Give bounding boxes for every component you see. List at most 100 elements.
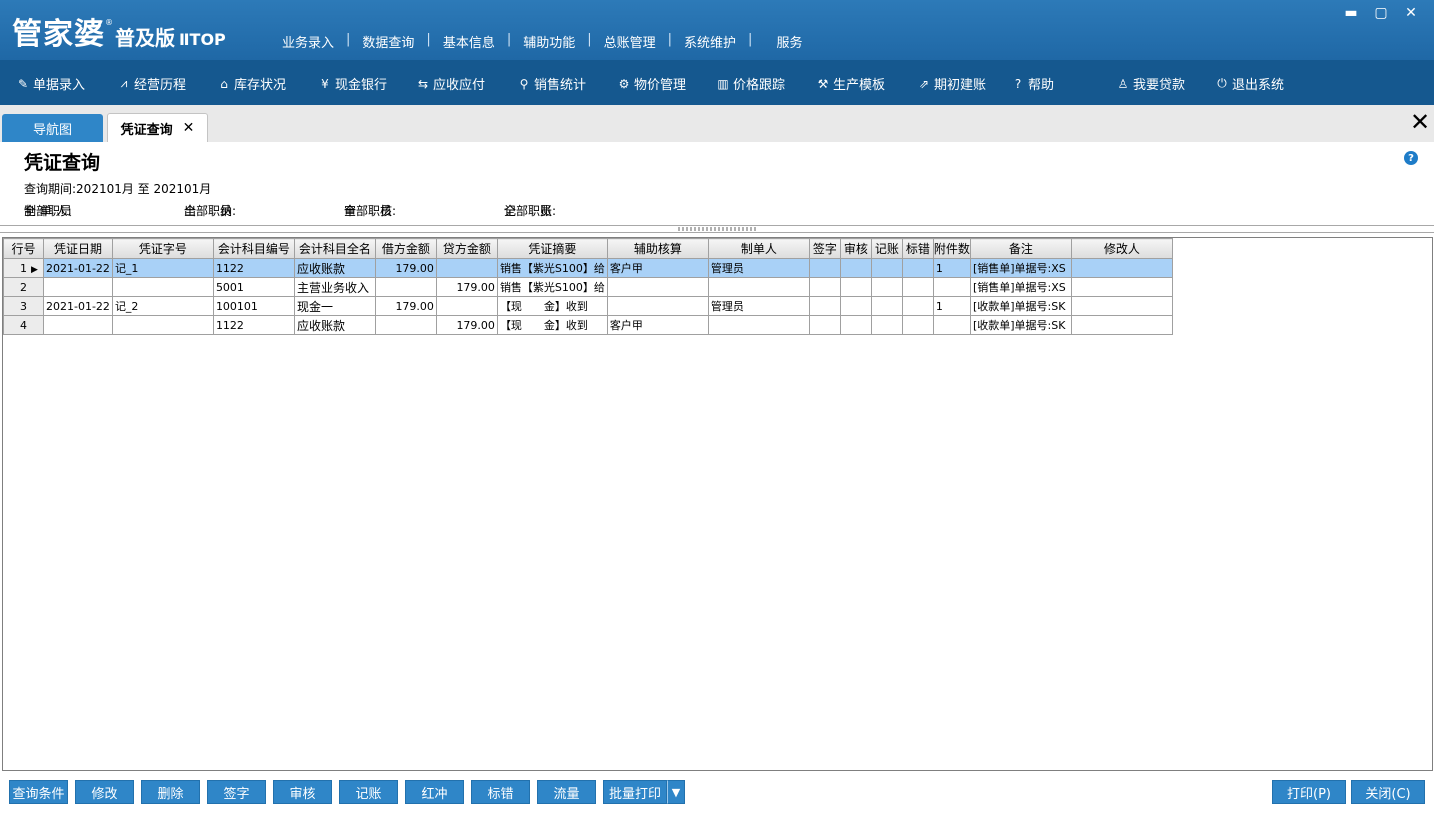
minimize-icon[interactable]: ▬ (1336, 2, 1366, 24)
modifier-cell[interactable] (1070, 315, 1173, 335)
column-header[interactable]: 记账 (870, 238, 903, 259)
menu-data-query[interactable]: 数据查询 (354, 32, 422, 51)
maker-cell[interactable] (707, 315, 810, 335)
aux-cell[interactable]: 客户甲 (606, 315, 709, 335)
error-mark-cell[interactable] (901, 277, 934, 297)
toolbar-business-history[interactable]: ⩘ 经营历程 (117, 74, 186, 93)
account-code-cell[interactable]: 1122 (212, 258, 295, 278)
reverse-button[interactable]: 红冲 (405, 780, 464, 804)
panel-splitter[interactable] (0, 225, 1434, 233)
attachments-cell[interactable] (932, 315, 971, 335)
maker-cell[interactable]: 管理员 (707, 296, 810, 316)
sign-button[interactable]: 签字 (207, 780, 266, 804)
date-cell[interactable] (43, 277, 113, 297)
tab-navigation[interactable]: 导航图 (2, 114, 103, 142)
column-header[interactable]: 修改人 (1070, 238, 1173, 259)
debit-cell[interactable]: 179.00 (374, 296, 437, 316)
summary-cell[interactable]: 【现 金】收到 (496, 315, 608, 335)
credit-cell[interactable]: 179.00 (435, 315, 498, 335)
post-button[interactable]: 记账 (339, 780, 398, 804)
maker-cell[interactable]: 管理员 (707, 258, 810, 278)
credit-cell[interactable] (435, 258, 498, 278)
credit-cell[interactable] (435, 296, 498, 316)
account-name-cell[interactable]: 应收账款 (293, 315, 376, 335)
column-header[interactable]: 凭证日期 (43, 238, 113, 259)
column-header[interactable]: 凭证摘要 (496, 238, 608, 259)
summary-cell[interactable]: 【现 金】收到 (496, 296, 608, 316)
summary-cell[interactable]: 销售【紫光S100】给 (496, 277, 608, 297)
column-header[interactable]: 标错 (901, 238, 934, 259)
column-header[interactable]: 凭证字号 (111, 238, 214, 259)
column-header[interactable]: 签字 (808, 238, 841, 259)
tab-voucher-query[interactable]: 凭证查询 ✕ (107, 113, 208, 142)
attachments-cell[interactable]: 1 (932, 296, 971, 316)
table-row[interactable]: 2 5001 主营业务收入 179.00 销售【紫光S100】给 [销售单]单据… (3, 277, 1173, 297)
column-header[interactable]: 备注 (969, 238, 1072, 259)
splitter-grip[interactable] (678, 227, 758, 231)
query-conditions-button[interactable]: 查询条件 (9, 780, 68, 804)
date-cell[interactable]: 2021-01-22 (43, 296, 113, 316)
column-header[interactable]: 贷方金额 (435, 238, 498, 259)
menu-service[interactable]: 服务 (768, 32, 810, 51)
table-row[interactable]: 4 1122 应收账款 179.00 【现 金】收到 客户甲 [收款单]单据号:… (3, 315, 1173, 335)
voucher-no-cell[interactable] (111, 277, 214, 297)
note-cell[interactable]: [销售单]单据号:XS (969, 277, 1072, 297)
account-code-cell[interactable]: 100101 (212, 296, 295, 316)
sign-cell[interactable] (808, 277, 841, 297)
audit-button[interactable]: 审核 (273, 780, 332, 804)
column-header[interactable]: 辅助核算 (606, 238, 709, 259)
toolbar-sales-stats[interactable]: ⚲ 销售统计 (517, 74, 586, 94)
voucher-no-cell[interactable]: 记_1 (111, 258, 214, 278)
account-name-cell[interactable]: 应收账款 (293, 258, 376, 278)
note-cell[interactable]: [收款单]单据号:SK (969, 315, 1072, 335)
post-cell[interactable] (870, 296, 903, 316)
sign-cell[interactable] (808, 296, 841, 316)
menu-basic-info[interactable]: 基本信息 (435, 32, 503, 51)
post-cell[interactable] (870, 258, 903, 278)
column-header[interactable]: 审核 (839, 238, 872, 259)
account-name-cell[interactable]: 现金一 (293, 296, 376, 316)
close-tab-icon[interactable]: ✕ (183, 120, 195, 136)
modifier-cell[interactable] (1070, 296, 1173, 316)
toolbar-price-tracking[interactable]: ▥ 价格跟踪 (716, 74, 785, 94)
account-name-cell[interactable]: 主营业务收入 (293, 277, 376, 297)
error-mark-cell[interactable] (901, 296, 934, 316)
batch-print-dropdown-icon[interactable]: ▼ (667, 780, 685, 804)
column-header[interactable]: 制单人 (707, 238, 810, 259)
voucher-no-cell[interactable]: 记_2 (111, 296, 214, 316)
account-code-cell[interactable]: 5001 (212, 277, 295, 297)
batch-print-button[interactable]: 批量打印 (603, 780, 667, 804)
toolbar-receivable-payable[interactable]: ⇆ 应收应付 (416, 74, 485, 94)
toolbar-opening-accounts[interactable]: ⇗ 期初建账 (917, 74, 986, 94)
column-header[interactable]: 行号 (3, 238, 44, 259)
edit-button[interactable]: 修改 (75, 780, 134, 804)
toolbar-help[interactable]: ? 帮助 (1011, 74, 1054, 94)
debit-cell[interactable] (374, 315, 437, 335)
menu-system-maintenance[interactable]: 系统维护 (676, 32, 744, 51)
maximize-icon[interactable]: ▢ (1366, 2, 1396, 24)
close-window-icon[interactable]: ✕ (1396, 2, 1426, 24)
print-button[interactable]: 打印(P) (1272, 780, 1346, 804)
date-cell[interactable]: 2021-01-22 (43, 258, 113, 278)
help-icon[interactable]: ? (1404, 151, 1418, 165)
error-mark-cell[interactable] (901, 315, 934, 335)
sign-cell[interactable] (808, 258, 841, 278)
audit-cell[interactable] (839, 296, 872, 316)
toolbar-price-management[interactable]: ⚙ 物价管理 (617, 74, 686, 94)
maker-cell[interactable] (707, 277, 810, 297)
delete-button[interactable]: 删除 (141, 780, 200, 804)
column-header[interactable]: 借方金额 (374, 238, 437, 259)
modifier-cell[interactable] (1070, 277, 1173, 297)
audit-cell[interactable] (839, 277, 872, 297)
toolbar-exit[interactable]: ⏻ 退出系统 (1215, 74, 1284, 93)
audit-cell[interactable] (839, 315, 872, 335)
audit-cell[interactable] (839, 258, 872, 278)
debit-cell[interactable]: 179.00 (374, 258, 437, 278)
mark-error-button[interactable]: 标错 (471, 780, 530, 804)
menu-general-ledger[interactable]: 总账管理 (596, 32, 664, 51)
post-cell[interactable] (870, 315, 903, 335)
close-page-icon[interactable]: ✕ (1408, 110, 1432, 136)
note-cell[interactable]: [收款单]单据号:SK (969, 296, 1072, 316)
post-cell[interactable] (870, 277, 903, 297)
menu-business-entry[interactable]: 业务录入 (274, 32, 342, 51)
